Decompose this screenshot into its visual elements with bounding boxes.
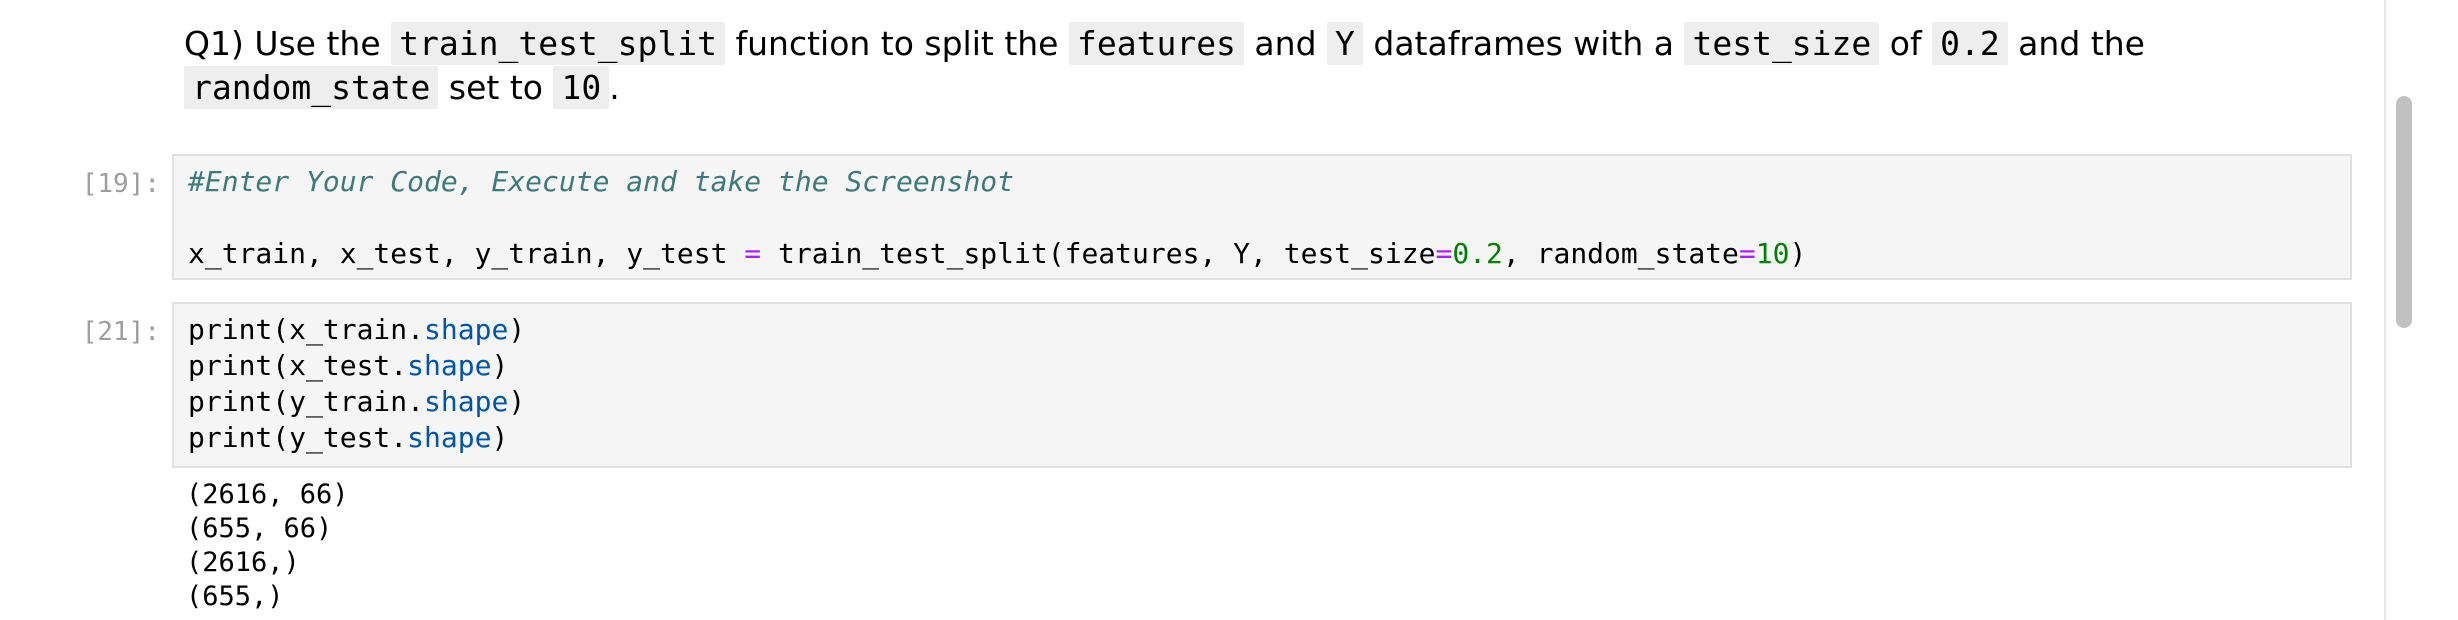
code-comment: #Enter Your Code, Execute and take the S… [188, 165, 1015, 198]
inline-code-features: features [1068, 22, 1244, 65]
output-line: (655, 66) [186, 513, 333, 544]
code-operator: = [744, 237, 762, 270]
code-token: train_test_split(features, Y, test_size [761, 237, 1436, 270]
inline-code-random-state-value: 10 [553, 66, 610, 109]
code-cell-print-shapes[interactable]: print(x_train.shape) print(x_test.shape)… [172, 302, 2352, 468]
code-token: print(x_test. [188, 349, 408, 382]
question-text: dataframes with a [1362, 24, 1685, 63]
code-line-print: print(x_test.shape) [188, 348, 2336, 384]
execution-count-prompt: [21]: [81, 317, 160, 347]
code-token: print(x_train. [188, 313, 425, 346]
code-token: , random_state [1502, 237, 1739, 270]
code-attribute: shape [424, 385, 509, 418]
output-line: (2616,) [186, 547, 300, 578]
vertical-scrollbar[interactable] [2384, 0, 2458, 620]
inline-code-test-size-value: 0.2 [1932, 22, 2008, 65]
output-line: (655,) [186, 581, 284, 612]
inline-code-random-state: random_state [184, 66, 439, 109]
inline-code-train-test-split: train_test_split [391, 22, 726, 65]
question-text: and [1243, 24, 1328, 63]
code-cell-split[interactable]: #Enter Your Code, Execute and take the S… [172, 154, 2352, 280]
code-line-print: print(y_test.shape) [188, 420, 2336, 456]
code-token: ) [491, 349, 509, 382]
inline-code-y: Y [1327, 22, 1363, 65]
scrollbar-thumb[interactable] [2396, 96, 2412, 328]
question-text: function to split the [725, 24, 1069, 63]
code-operator: = [1435, 237, 1453, 270]
code-line-split: x_train, x_test, y_train, y_test = train… [188, 236, 2336, 272]
code-line-print: print(x_train.shape) [188, 312, 2336, 348]
code-token: print(y_train. [188, 385, 425, 418]
code-token: ) [491, 421, 509, 454]
code-number: 10 [1755, 237, 1790, 270]
code-number: 0.2 [1452, 237, 1503, 270]
question-text: of [1879, 24, 1933, 63]
code-operator: = [1738, 237, 1756, 270]
execution-count-prompt: [19]: [81, 169, 160, 199]
question-line-2: random_state set to 10. [184, 66, 2344, 110]
code-attribute: shape [407, 349, 492, 382]
inline-code-test-size: test_size [1684, 22, 1880, 65]
notebook: Q1) Use the train_test_split function to… [0, 0, 2384, 620]
cell-output: (2616, 66) (655, 66) (2616,) (655,) [186, 478, 349, 614]
question-text: . [609, 68, 620, 107]
code-token: x_train, x_test, y_train, y_test [188, 237, 745, 270]
question-text: set to [438, 68, 554, 107]
code-attribute: shape [407, 421, 492, 454]
code-attribute: shape [424, 313, 509, 346]
code-token: ) [1789, 237, 1807, 270]
code-line-print: print(y_train.shape) [188, 384, 2336, 420]
output-line: (2616, 66) [186, 479, 349, 510]
markdown-cell[interactable]: Q1) Use the train_test_split function to… [184, 22, 2344, 110]
code-token: ) [508, 313, 526, 346]
question-text: Q1) Use the [184, 24, 392, 63]
code-token: ) [508, 385, 526, 418]
question-text: and the [2007, 24, 2145, 63]
question-line-1: Q1) Use the train_test_split function to… [184, 22, 2344, 66]
code-token: print(y_test. [188, 421, 408, 454]
